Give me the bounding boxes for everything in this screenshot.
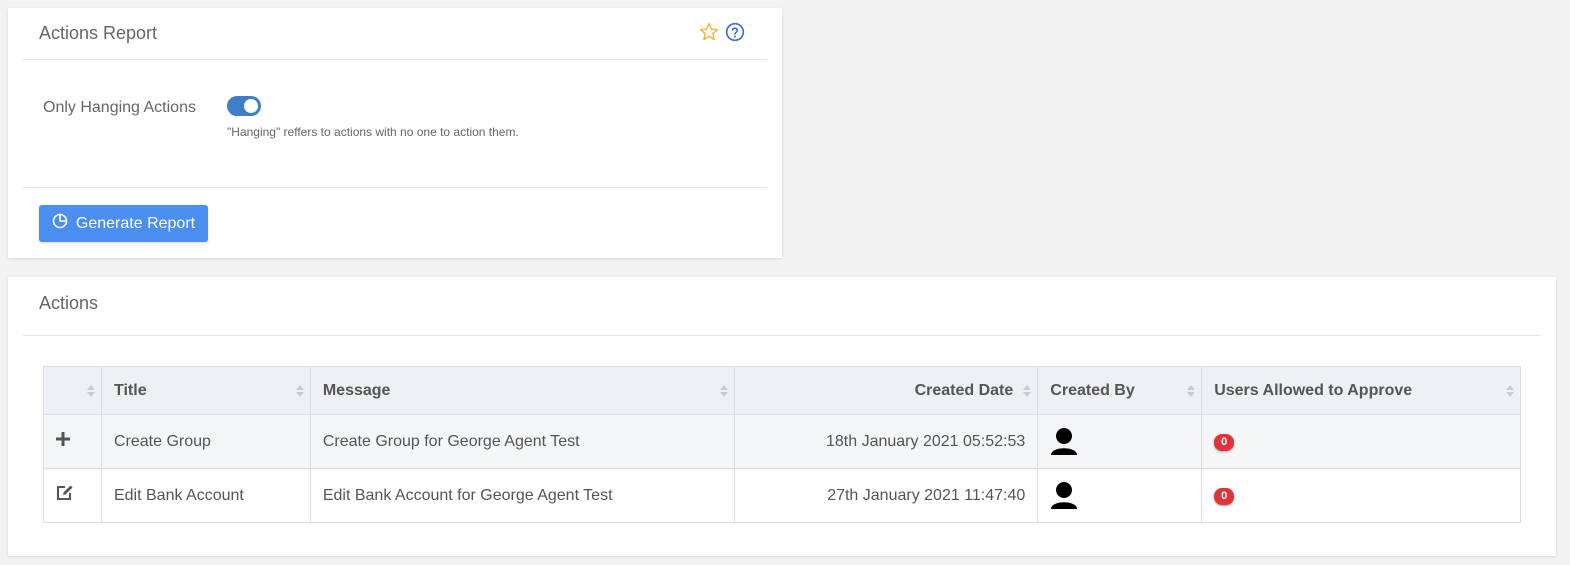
table-row[interactable]: Create Group Create Group for George Age…	[43, 414, 1521, 469]
column-header-created-by[interactable]: Created By	[1037, 366, 1203, 415]
actions-card: Actions Title Message Created Date Creat…	[8, 277, 1556, 556]
table-row[interactable]: Edit Bank Account Edit Bank Account for …	[43, 468, 1521, 523]
users-allowed-cell: 0	[1201, 414, 1521, 469]
sort-icon	[719, 384, 728, 397]
row-icon-cell	[43, 468, 102, 523]
generate-report-label: Generate Report	[75, 214, 196, 232]
user-icon	[1050, 427, 1189, 457]
toggle-knob	[244, 99, 258, 113]
table-header-row: Title Message Created Date Created By Us…	[43, 366, 1521, 415]
generate-report-button[interactable]: Generate Report	[39, 205, 208, 242]
only-hanging-actions-toggle[interactable]	[227, 96, 261, 116]
toggle-label: Only Hanging Actions	[43, 99, 196, 116]
created-date-cell: 27th January 2021 11:47:40	[733, 468, 1039, 523]
created-by-cell	[1037, 468, 1203, 523]
help-circle-icon[interactable]	[725, 22, 745, 42]
column-header-icon[interactable]	[43, 366, 102, 415]
card-title: Actions Report	[39, 23, 158, 43]
user-icon	[1050, 481, 1189, 511]
toggle-help-text: "Hanging" reffers to actions with no one…	[227, 125, 519, 139]
pie-chart-icon	[52, 213, 68, 234]
star-icon[interactable]	[699, 22, 719, 42]
card-header: Actions Report	[23, 8, 767, 60]
column-header-message[interactable]: Message	[309, 366, 735, 415]
actions-report-card: Actions Report Only Hanging Actions "Han…	[8, 8, 782, 258]
sort-icon	[86, 384, 95, 397]
card-header: Actions	[23, 277, 1541, 336]
sort-icon	[295, 384, 304, 397]
users-allowed-badge: 0	[1214, 488, 1235, 505]
message-cell: Edit Bank Account for George Agent Test	[309, 468, 735, 523]
card-title: Actions	[39, 293, 99, 313]
column-header-title[interactable]: Title	[100, 366, 311, 415]
sort-icon	[1023, 384, 1032, 397]
header-icons	[699, 22, 745, 42]
sort-icon	[1187, 384, 1196, 397]
sort-icon	[1506, 384, 1514, 397]
title-cell: Create Group	[100, 414, 311, 469]
row-icon-cell	[43, 414, 102, 469]
edit-icon	[56, 485, 74, 506]
title-cell: Edit Bank Account	[100, 468, 311, 523]
column-header-users-allowed[interactable]: Users Allowed to Approve	[1201, 366, 1521, 415]
column-header-created-date[interactable]: Created Date	[733, 366, 1039, 415]
plus-icon	[56, 432, 70, 451]
users-allowed-cell: 0	[1201, 468, 1521, 523]
created-by-cell	[1037, 414, 1203, 469]
message-cell: Create Group for George Agent Test	[309, 414, 735, 469]
users-allowed-badge: 0	[1214, 434, 1235, 451]
actions-table: Title Message Created Date Created By Us…	[43, 366, 1521, 523]
created-date-cell: 18th January 2021 05:52:53	[733, 414, 1039, 469]
divider	[23, 187, 767, 188]
